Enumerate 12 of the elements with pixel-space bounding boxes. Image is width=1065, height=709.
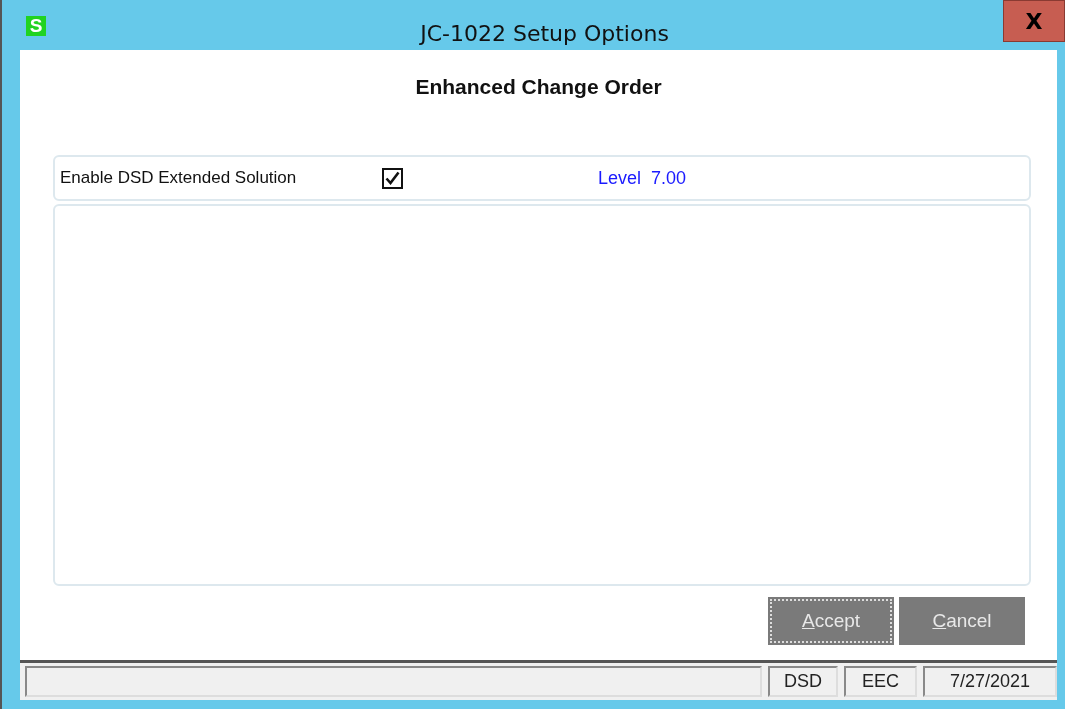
close-button[interactable]: X: [1003, 0, 1065, 42]
status-panel: 7/27/2021: [923, 666, 1057, 697]
window-title: JC-1022 Setup Options: [418, 19, 670, 46]
dialog-heading: Enhanced Change Order: [414, 75, 663, 99]
checkbox[interactable]: [382, 167, 403, 189]
level-text: Level 7.00: [598, 167, 687, 189]
app-icon: S: [26, 16, 46, 36]
option-label: Enable DSD Extended Solution: [60, 168, 298, 188]
accept-button[interactable]: Accept: [768, 597, 894, 645]
status-panel: EEC: [844, 666, 917, 697]
cancel-button[interactable]: Cancel: [899, 597, 1025, 645]
status-panel: DSD: [768, 666, 838, 697]
